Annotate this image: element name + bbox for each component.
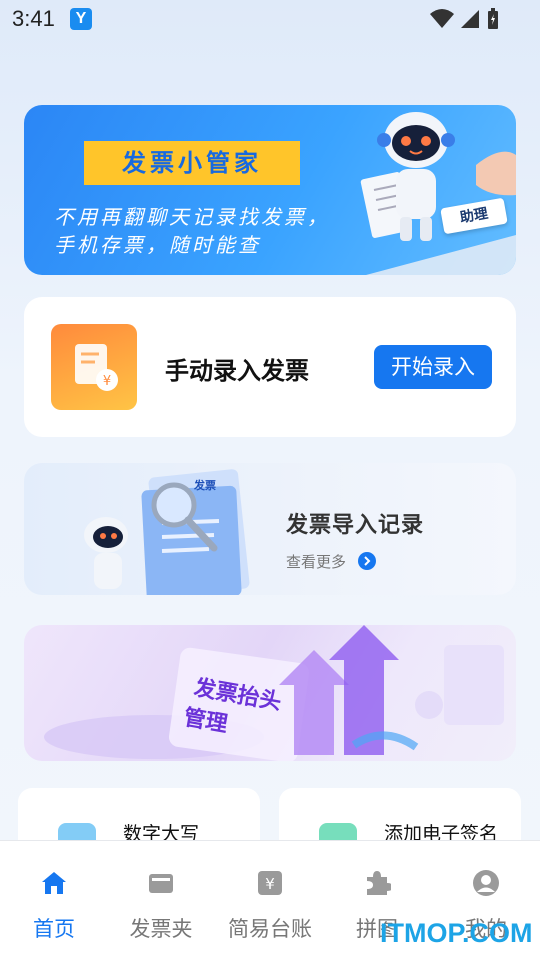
start-entry-button[interactable]: 开始录入: [374, 345, 492, 389]
svg-text:¥: ¥: [265, 875, 275, 893]
banner-subtitle-2: 手机存票，随时能查: [54, 233, 261, 257]
invoice-header-card[interactable]: 发票抬头 管理: [24, 625, 516, 761]
svg-text:发票: 发票: [193, 478, 216, 492]
view-more-link[interactable]: 查看更多: [286, 551, 346, 572]
svg-text:¥: ¥: [103, 374, 111, 389]
status-time: 3:41: [12, 6, 55, 31]
tab-invoice-folder[interactable]: 发票夹: [107, 841, 215, 960]
wifi-icon: [429, 9, 454, 28]
document-magnifier-illustration: 发票: [84, 469, 250, 595]
manual-entry-card: ¥ 手动录入发票 开始录入: [24, 297, 516, 437]
chevron-right-icon[interactable]: [358, 552, 376, 570]
import-records-card[interactable]: 发票 发票导入记录 查看更多: [24, 463, 516, 595]
wallet-icon: [149, 874, 173, 893]
tab-ledger[interactable]: ¥ 简易台账: [216, 841, 324, 960]
home-icon: [42, 872, 66, 894]
banner-title: 发票小管家: [122, 149, 262, 177]
tab-home[interactable]: 首页: [0, 841, 108, 960]
promo-banner[interactable]: 发票小管家 不用再翻聊天记录找发票， 手机存票，随时能查 助理: [24, 105, 516, 275]
tab-label: 简易台账: [228, 917, 312, 941]
ledger-icon: ¥: [258, 871, 282, 895]
import-records-title: 发票导入记录: [286, 513, 425, 538]
profile-icon: [473, 870, 499, 896]
tab-label: 发票夹: [129, 917, 193, 941]
banner-subtitle-1: 不用再翻聊天记录找发票，: [54, 205, 330, 229]
status-indicators: [429, 8, 500, 30]
battery-icon: [488, 8, 498, 29]
robot-illustration: [360, 112, 516, 275]
puzzle-icon: [367, 871, 391, 895]
tab-label: 首页: [33, 917, 75, 941]
invoice-icon: ¥: [51, 324, 137, 410]
signal-icon: [460, 10, 479, 28]
status-bar: 3:41 Y: [0, 0, 540, 38]
manual-entry-label: 手动录入发票: [165, 357, 309, 385]
site-watermark: ITMOP.COM: [380, 918, 533, 948]
app-notification-icon: Y: [70, 8, 92, 30]
banner-title-box: 发票小管家: [84, 141, 300, 185]
